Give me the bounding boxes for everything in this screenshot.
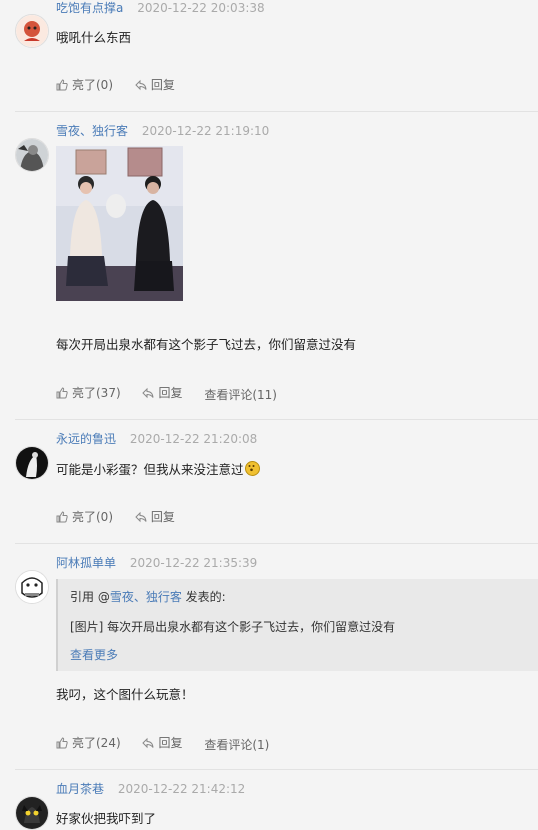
avatar[interactable] <box>15 14 49 48</box>
like-button[interactable]: 亮了(0) <box>56 508 113 525</box>
comment-text: 我叼，这个图什么玩意！ <box>56 687 194 702</box>
reply-button[interactable]: 回复 <box>142 384 182 401</box>
like-label: 亮了(0) <box>72 510 113 524</box>
comment-image[interactable] <box>56 146 183 301</box>
reply-arrow-icon <box>135 79 147 90</box>
username[interactable]: 阿林孤单单 <box>56 556 116 570</box>
like-button[interactable]: 亮了(0) <box>56 76 113 93</box>
reply-button[interactable]: 回复 <box>135 76 175 93</box>
timestamp: 2020-12-22 20:03:38 <box>137 1 265 15</box>
like-label: 亮了(24) <box>72 736 121 750</box>
reply-arrow-icon <box>142 737 154 748</box>
username[interactable]: 血月茶巷 <box>56 782 104 796</box>
divider <box>15 543 538 544</box>
reply-button[interactable]: 回复 <box>135 508 175 525</box>
see-more-link[interactable]: 查看更多 <box>70 646 118 663</box>
comment-text: 哦吼什么东西 <box>56 30 132 45</box>
comment-text: 每次开局出泉水都有这个影子飞过去，你们留意过没有 <box>56 337 357 352</box>
timestamp: 2020-12-22 21:35:39 <box>129 556 258 570</box>
comment-text-body: 可能是小彩蛋？但我从来没注意过 <box>56 462 244 477</box>
like-label: 亮了(37) <box>72 386 121 400</box>
reply-button[interactable]: 回复 <box>142 734 182 751</box>
comment-meta: 永远的鲁迅 2020-12-22 21:20:08 <box>56 430 257 447</box>
comment-text: 好家伙把我吓到了 <box>56 811 157 826</box>
avatar[interactable] <box>15 796 49 830</box>
comment-actions: 亮了(0) 回复 <box>56 508 193 526</box>
view-comments-button[interactable]: 查看评论(1) <box>204 736 269 753</box>
surprised-emoji-icon <box>244 461 260 476</box>
username[interactable]: 雪夜、独行客 <box>56 124 128 138</box>
thumbs-up-icon <box>56 386 68 398</box>
quote-block: 引用 @雪夜、独行客 发表的: [图片] 每次开局出泉水都有这个影子飞过去，你们… <box>56 579 538 671</box>
comment-meta: 阿林孤单单 2020-12-22 21:35:39 <box>56 554 257 571</box>
comment-meta: 血月茶巷 2020-12-22 21:42:12 <box>56 780 245 797</box>
comment-meta: 雪夜、独行客 2020-12-22 21:19:10 <box>56 122 269 139</box>
reply-label: 回复 <box>158 736 183 750</box>
avatar[interactable] <box>15 138 49 172</box>
thumbs-up-icon <box>56 78 68 90</box>
quote-prefix: 引用 @ <box>70 590 110 604</box>
comment-actions: 亮了(24) 回复 查看评论(1) <box>56 734 287 753</box>
comment-actions: 亮了(0) 回复 <box>56 76 193 94</box>
reply-label: 回复 <box>158 386 183 400</box>
quoted-username[interactable]: 雪夜、独行客 <box>110 590 182 604</box>
reply-arrow-icon <box>142 387 154 398</box>
like-button[interactable]: 亮了(24) <box>56 734 121 751</box>
avatar[interactable] <box>15 446 49 480</box>
timestamp: 2020-12-22 21:19:10 <box>141 124 270 138</box>
quote-body: [图片] 每次开局出泉水都有这个影子飞过去，你们留意过没有 <box>70 620 396 634</box>
reply-label: 回复 <box>150 510 175 524</box>
username[interactable]: 吃饱有点撑a <box>56 1 123 15</box>
timestamp: 2020-12-22 21:20:08 <box>129 432 258 446</box>
avatar[interactable] <box>15 570 49 604</box>
like-button[interactable]: 亮了(37) <box>56 384 121 401</box>
thumbs-up-icon <box>56 510 68 522</box>
comment-meta: 吃饱有点撑a 2020-12-22 20:03:38 <box>56 0 265 16</box>
thumbs-up-icon <box>56 736 68 748</box>
divider <box>15 769 538 770</box>
divider <box>15 419 538 420</box>
view-comments-button[interactable]: 查看评论(11) <box>204 386 277 403</box>
username[interactable]: 永远的鲁迅 <box>56 432 116 446</box>
comment-text: 可能是小彩蛋？但我从来没注意过 <box>56 459 260 478</box>
reply-arrow-icon <box>135 511 147 522</box>
quote-header: 引用 @雪夜、独行客 发表的: <box>70 588 226 605</box>
comment-actions: 亮了(37) 回复 查看评论(11) <box>56 384 295 403</box>
quote-suffix: 发表的: <box>181 590 226 604</box>
reply-label: 回复 <box>150 78 175 92</box>
like-label: 亮了(0) <box>72 78 113 92</box>
divider <box>15 111 538 112</box>
timestamp: 2020-12-22 21:42:12 <box>117 782 246 796</box>
